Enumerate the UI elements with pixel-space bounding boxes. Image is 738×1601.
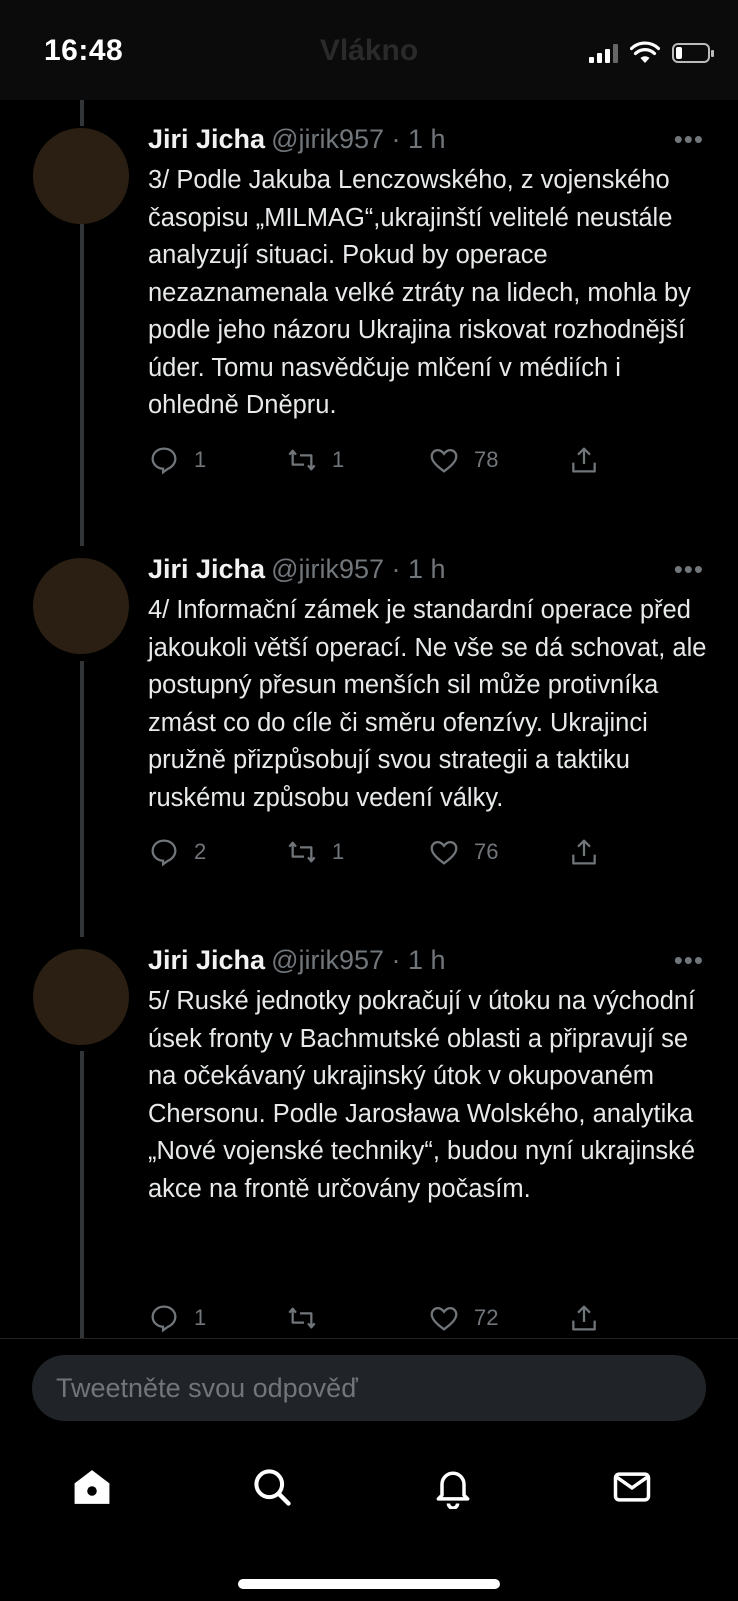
share-icon: [572, 447, 596, 473]
share-button[interactable]: [568, 444, 600, 476]
author-handle: @jirik957 · 1 h: [271, 124, 446, 154]
reply-button[interactable]: 2: [148, 836, 206, 868]
like-count: 78: [474, 447, 499, 472]
like-count: 72: [474, 1305, 499, 1330]
home-indicator: [238, 1579, 500, 1589]
tweet-header: Jiri Jicha @jirik957 · 1 h: [148, 124, 446, 155]
retweet-count: 1: [332, 447, 345, 472]
heart-icon: [430, 840, 458, 865]
retweet-button[interactable]: [286, 1302, 332, 1334]
reply-icon: [151, 839, 177, 867]
reply-icon: [151, 1305, 177, 1333]
like-button[interactable]: 76: [428, 836, 498, 868]
reply-input[interactable]: [32, 1355, 706, 1421]
retweet-icon: [288, 449, 316, 471]
like-button[interactable]: 72: [428, 1302, 498, 1334]
author-name[interactable]: Jiri Jicha: [148, 124, 265, 154]
home-icon: [74, 1470, 110, 1504]
search-icon: [254, 1469, 291, 1506]
heart-icon: [430, 448, 458, 473]
tweet-text: 5/ Ruské jednotky pokračují v útoku na v…: [148, 987, 696, 1203]
author-name[interactable]: Jiri Jicha: [148, 554, 265, 584]
status-icons: [589, 38, 714, 68]
retweet-button[interactable]: 1: [286, 444, 344, 476]
reply-button[interactable]: 1: [148, 1302, 206, 1334]
tweet-actions: 1 72: [148, 1302, 618, 1338]
heart-icon: [430, 1306, 458, 1331]
more-options-icon[interactable]: •••: [674, 945, 704, 976]
tab-bar: [0, 1457, 738, 1517]
retweet-button[interactable]: 1: [286, 836, 344, 868]
tweet-header: Jiri Jicha @jirik957 · 1 h: [148, 945, 446, 976]
tweet-actions: 1 1 78: [148, 444, 618, 480]
reply-button[interactable]: 1: [148, 444, 206, 476]
retweet-icon: [288, 841, 316, 863]
bottom-bar: [0, 1338, 738, 1601]
reply-count: 2: [194, 839, 207, 864]
author-handle: @jirik957 · 1 h: [271, 554, 446, 584]
tweet-text: 3/ Podle Jakuba Lenczowského, z vojenské…: [148, 166, 691, 419]
battery-icon: [672, 43, 714, 63]
reply-count: 1: [194, 1305, 207, 1330]
tab-home[interactable]: [62, 1457, 122, 1517]
mail-icon: [613, 1472, 651, 1502]
tab-notifications[interactable]: [423, 1457, 483, 1517]
reply-icon: [151, 447, 177, 475]
tweet-thread[interactable]: Jiri Jicha @jirik957 · 1 h ••• 3/ Podle J…: [0, 100, 738, 1338]
thread-connector: [80, 224, 84, 546]
cellular-signal-icon: [589, 43, 618, 63]
thread-connector: [80, 1051, 84, 1338]
wifi-icon: [630, 41, 660, 63]
thread-connector: [80, 100, 84, 126]
tab-messages[interactable]: [602, 1457, 662, 1517]
tab-search[interactable]: [242, 1457, 302, 1517]
like-button[interactable]: 78: [428, 444, 498, 476]
tweet-header: Jiri Jicha @jirik957 · 1 h: [148, 554, 446, 585]
share-button[interactable]: [568, 836, 600, 868]
thread-connector: [80, 661, 84, 937]
author-name[interactable]: Jiri Jicha: [148, 945, 265, 975]
retweet-count: 1: [332, 839, 345, 864]
tweet-text: 4/ Informační zámek je standardní operac…: [148, 596, 707, 812]
share-icon: [572, 839, 596, 865]
more-options-icon[interactable]: •••: [674, 124, 704, 155]
avatar[interactable]: [33, 128, 129, 224]
author-handle: @jirik957 · 1 h: [271, 945, 446, 975]
status-bar: 16:48 Vlákno: [0, 0, 738, 100]
retweet-icon: [288, 1307, 316, 1329]
share-button[interactable]: [568, 1302, 600, 1334]
more-options-icon[interactable]: •••: [674, 554, 704, 585]
like-count: 76: [474, 839, 499, 864]
share-icon: [572, 1305, 596, 1331]
bell-icon: [436, 1471, 470, 1509]
avatar[interactable]: [33, 558, 129, 654]
tweet-actions: 2 1 76: [148, 836, 618, 872]
avatar[interactable]: [33, 949, 129, 1045]
battery-level: [676, 47, 682, 59]
reply-count: 1: [194, 447, 207, 472]
